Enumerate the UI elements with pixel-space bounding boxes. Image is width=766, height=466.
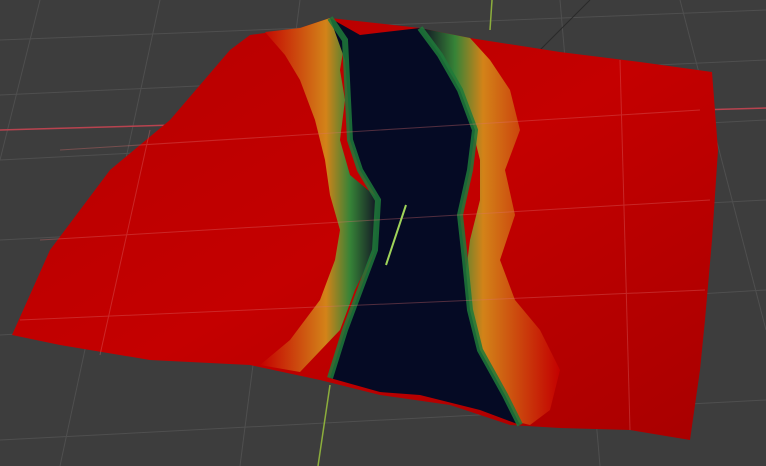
y-axis-line-lower [317,384,331,466]
3d-viewport[interactable] [0,0,766,466]
y-axis-line [489,0,493,31]
terrain-mesh[interactable] [12,16,718,440]
